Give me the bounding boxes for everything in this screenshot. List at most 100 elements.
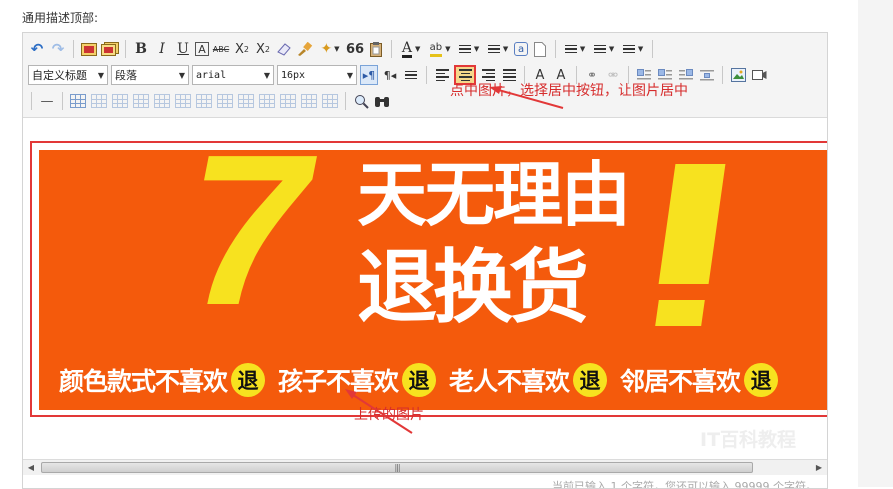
banner-tagline-text: 孩子不喜欢	[278, 367, 399, 396]
delete-row-icon[interactable]	[153, 91, 171, 111]
search-replace-icon[interactable]	[352, 91, 370, 111]
banner-big-number: 7	[189, 148, 309, 350]
chevron-down-icon: ▼	[346, 70, 353, 80]
table-glyph	[301, 94, 317, 108]
chevron-down-icon: ▼	[637, 45, 644, 53]
merge-right-icon[interactable]	[237, 91, 255, 111]
font-size-select[interactable]: 16px ▼	[277, 65, 357, 85]
horizontal-scrollbar[interactable]: ◀ ||| ▶	[23, 459, 827, 475]
table-caption-icon[interactable]	[111, 91, 129, 111]
auto-typeset-icon[interactable]: ✦ ▼	[317, 39, 343, 59]
row-spacing-glyph	[564, 44, 577, 54]
chevron-down-icon: ▼	[579, 45, 586, 53]
blockquote-button[interactable]: 66	[346, 39, 364, 59]
center-button-hint: 点中图片，选择居中按钮，让图片居中	[450, 83, 688, 99]
scrollbar-thumb[interactable]: |||	[41, 462, 753, 473]
insert-image-icon[interactable]	[80, 39, 98, 59]
paste-plain-icon[interactable]	[367, 39, 385, 59]
banner-tagline: 老人不喜欢 退	[449, 362, 608, 398]
superscript-button[interactable]: X2	[233, 39, 251, 59]
insert-picture-icon[interactable]	[729, 65, 747, 85]
toolbar-divider	[391, 40, 393, 58]
chevron-down-icon: ▼	[414, 45, 421, 53]
return-badge: 退	[573, 363, 608, 397]
table-glyph	[259, 94, 275, 108]
line-height-glyph	[622, 44, 635, 54]
highlight-button[interactable]: ab ▼	[427, 39, 453, 59]
font-size-value: 16px	[281, 69, 306, 81]
uploaded-banner-image[interactable]: 7 天无理由 退换货 颜色款式不喜欢 退 孩子不喜欢 退 老人不喜欢 退 邻居不…	[37, 148, 827, 412]
toolbar-divider	[722, 66, 723, 84]
row-spacing-top-icon[interactable]: ▼	[562, 39, 588, 59]
font-color-button[interactable]: A ▼	[398, 39, 424, 59]
table-glyph	[70, 94, 86, 108]
banner-tagline: 邻居不喜欢 退	[620, 362, 779, 398]
toolbar-divider	[125, 40, 126, 58]
chevron-down-icon: ▼	[263, 70, 270, 80]
paragraph-select[interactable]: 段落 ▼	[111, 65, 189, 85]
rtl-direction-icon[interactable]: ¶◂	[381, 65, 399, 85]
exclamation-bar-icon	[658, 164, 726, 284]
line-height-icon[interactable]: ▼	[620, 39, 646, 59]
chevron-down-icon: ▼	[97, 70, 104, 80]
italic-button[interactable]: I	[153, 39, 171, 59]
scroll-right-arrow-icon[interactable]: ▶	[813, 461, 825, 474]
row-spacing-bottom-icon[interactable]: ▼	[591, 39, 617, 59]
split-columns-icon[interactable]	[321, 91, 339, 111]
split-cells-icon[interactable]	[279, 91, 297, 111]
multi-image-icon[interactable]	[101, 39, 119, 59]
custom-title-select[interactable]: 自定义标题 ▼	[28, 65, 108, 85]
banner-tagline-text: 颜色款式不喜欢	[59, 367, 228, 396]
font-color-glyph: A	[401, 39, 412, 58]
unordered-list-icon[interactable]: ▼	[485, 39, 511, 59]
merge-down-icon[interactable]	[258, 91, 276, 111]
chevron-down-icon: ▼	[178, 70, 185, 80]
font-family-select[interactable]: arial ▼	[192, 65, 274, 85]
table-glyph	[280, 94, 296, 108]
rich-text-editor: ↶ ↷ B I U A ABC X2 X2 ✦ ▼ 66 A ▼ ab ▼ ▼ ▼ a	[22, 32, 828, 489]
strikethrough-button[interactable]: ABC	[212, 39, 230, 59]
redo-icon[interactable]: ↷	[49, 39, 67, 59]
toolbar-divider	[31, 92, 32, 110]
editor-content-area[interactable]: 7 天无理由 退换货 颜色款式不喜欢 退 孩子不喜欢 退 老人不喜欢 退 邻居不…	[23, 118, 827, 460]
auto-typeset-button[interactable]: a	[514, 42, 529, 56]
delete-table-icon[interactable]	[90, 91, 108, 111]
align-left-icon[interactable]	[433, 65, 451, 85]
banner-tagline-text: 老人不喜欢	[449, 367, 570, 396]
banner-tagline: 颜色款式不喜欢 退	[59, 362, 266, 398]
scroll-left-arrow-icon[interactable]: ◀	[25, 461, 37, 474]
return-badge: 退	[231, 363, 266, 397]
ltr-direction-icon[interactable]: ▸¶	[360, 65, 378, 85]
insert-row-icon[interactable]	[132, 91, 150, 111]
toolbar-divider	[62, 92, 63, 110]
font-border-button[interactable]: A	[195, 42, 209, 56]
horizontal-rule-icon[interactable]: —	[38, 91, 56, 111]
table-glyph	[217, 94, 233, 108]
indent-icon[interactable]	[402, 65, 420, 85]
unordered-list-glyph	[487, 44, 500, 54]
banner-headline-1: 天无理由	[357, 154, 631, 236]
bold-button[interactable]: B	[132, 39, 150, 59]
undo-icon[interactable]: ↶	[28, 39, 46, 59]
subscript-button[interactable]: X2	[254, 39, 272, 59]
table-glyph	[175, 94, 191, 108]
superscript-mark: 2	[243, 44, 249, 54]
table-glyph	[196, 94, 212, 108]
section-label: 通用描述顶部:	[22, 11, 99, 25]
insert-video-icon[interactable]	[750, 65, 768, 85]
split-rows-icon[interactable]	[300, 91, 318, 111]
insert-table-icon[interactable]	[69, 91, 87, 111]
delete-column-icon[interactable]	[195, 91, 213, 111]
new-document-icon[interactable]	[531, 39, 549, 59]
format-brush-icon[interactable]	[296, 39, 314, 59]
table-glyph	[91, 94, 107, 108]
banner-tagline-text: 邻居不喜欢	[620, 367, 741, 396]
merge-cells-icon[interactable]	[216, 91, 234, 111]
underline-button[interactable]: U	[174, 39, 192, 59]
eraser-icon[interactable]	[275, 39, 293, 59]
insert-column-icon[interactable]	[174, 91, 192, 111]
image-center-icon[interactable]	[698, 65, 716, 85]
preview-binoculars-icon[interactable]	[373, 91, 391, 111]
ordered-list-icon[interactable]: ▼	[456, 39, 482, 59]
editor-toolbar: ↶ ↷ B I U A ABC X2 X2 ✦ ▼ 66 A ▼ ab ▼ ▼ ▼ a	[23, 33, 827, 118]
